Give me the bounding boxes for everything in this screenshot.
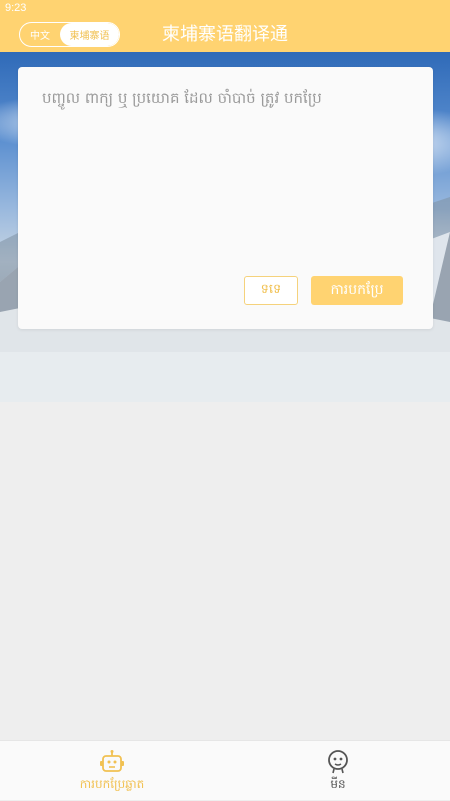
nav-label-translate: ការបកប្រែឆ្លាត <box>79 776 145 791</box>
nav-label-me: មីន <box>330 776 346 791</box>
source-text-input[interactable] <box>40 87 414 281</box>
clear-button[interactable]: ទទេ <box>244 276 298 305</box>
nav-item-translate[interactable]: ការបកប្រែឆ្លាត <box>62 741 162 801</box>
translation-card: ទទេ ការបកប្រែ <box>18 67 433 329</box>
robot-icon <box>99 749 125 775</box>
top-bar: 9:23 中文 柬埔寨语 柬埔寨语翻译通 <box>0 0 450 52</box>
bottom-navigation: ការបកប្រែឆ្លាត មីន <box>0 740 450 800</box>
nav-item-me[interactable]: មីន <box>288 741 388 801</box>
lang-option-khmer[interactable]: 柬埔寨语 <box>60 23 119 46</box>
person-icon <box>325 749 351 775</box>
lang-option-chinese[interactable]: 中文 <box>20 23 60 46</box>
language-toggle[interactable]: 中文 柬埔寨语 <box>19 22 120 47</box>
status-time: 9:23 <box>5 2 27 14</box>
translate-button[interactable]: ការបកប្រែ <box>311 276 403 305</box>
